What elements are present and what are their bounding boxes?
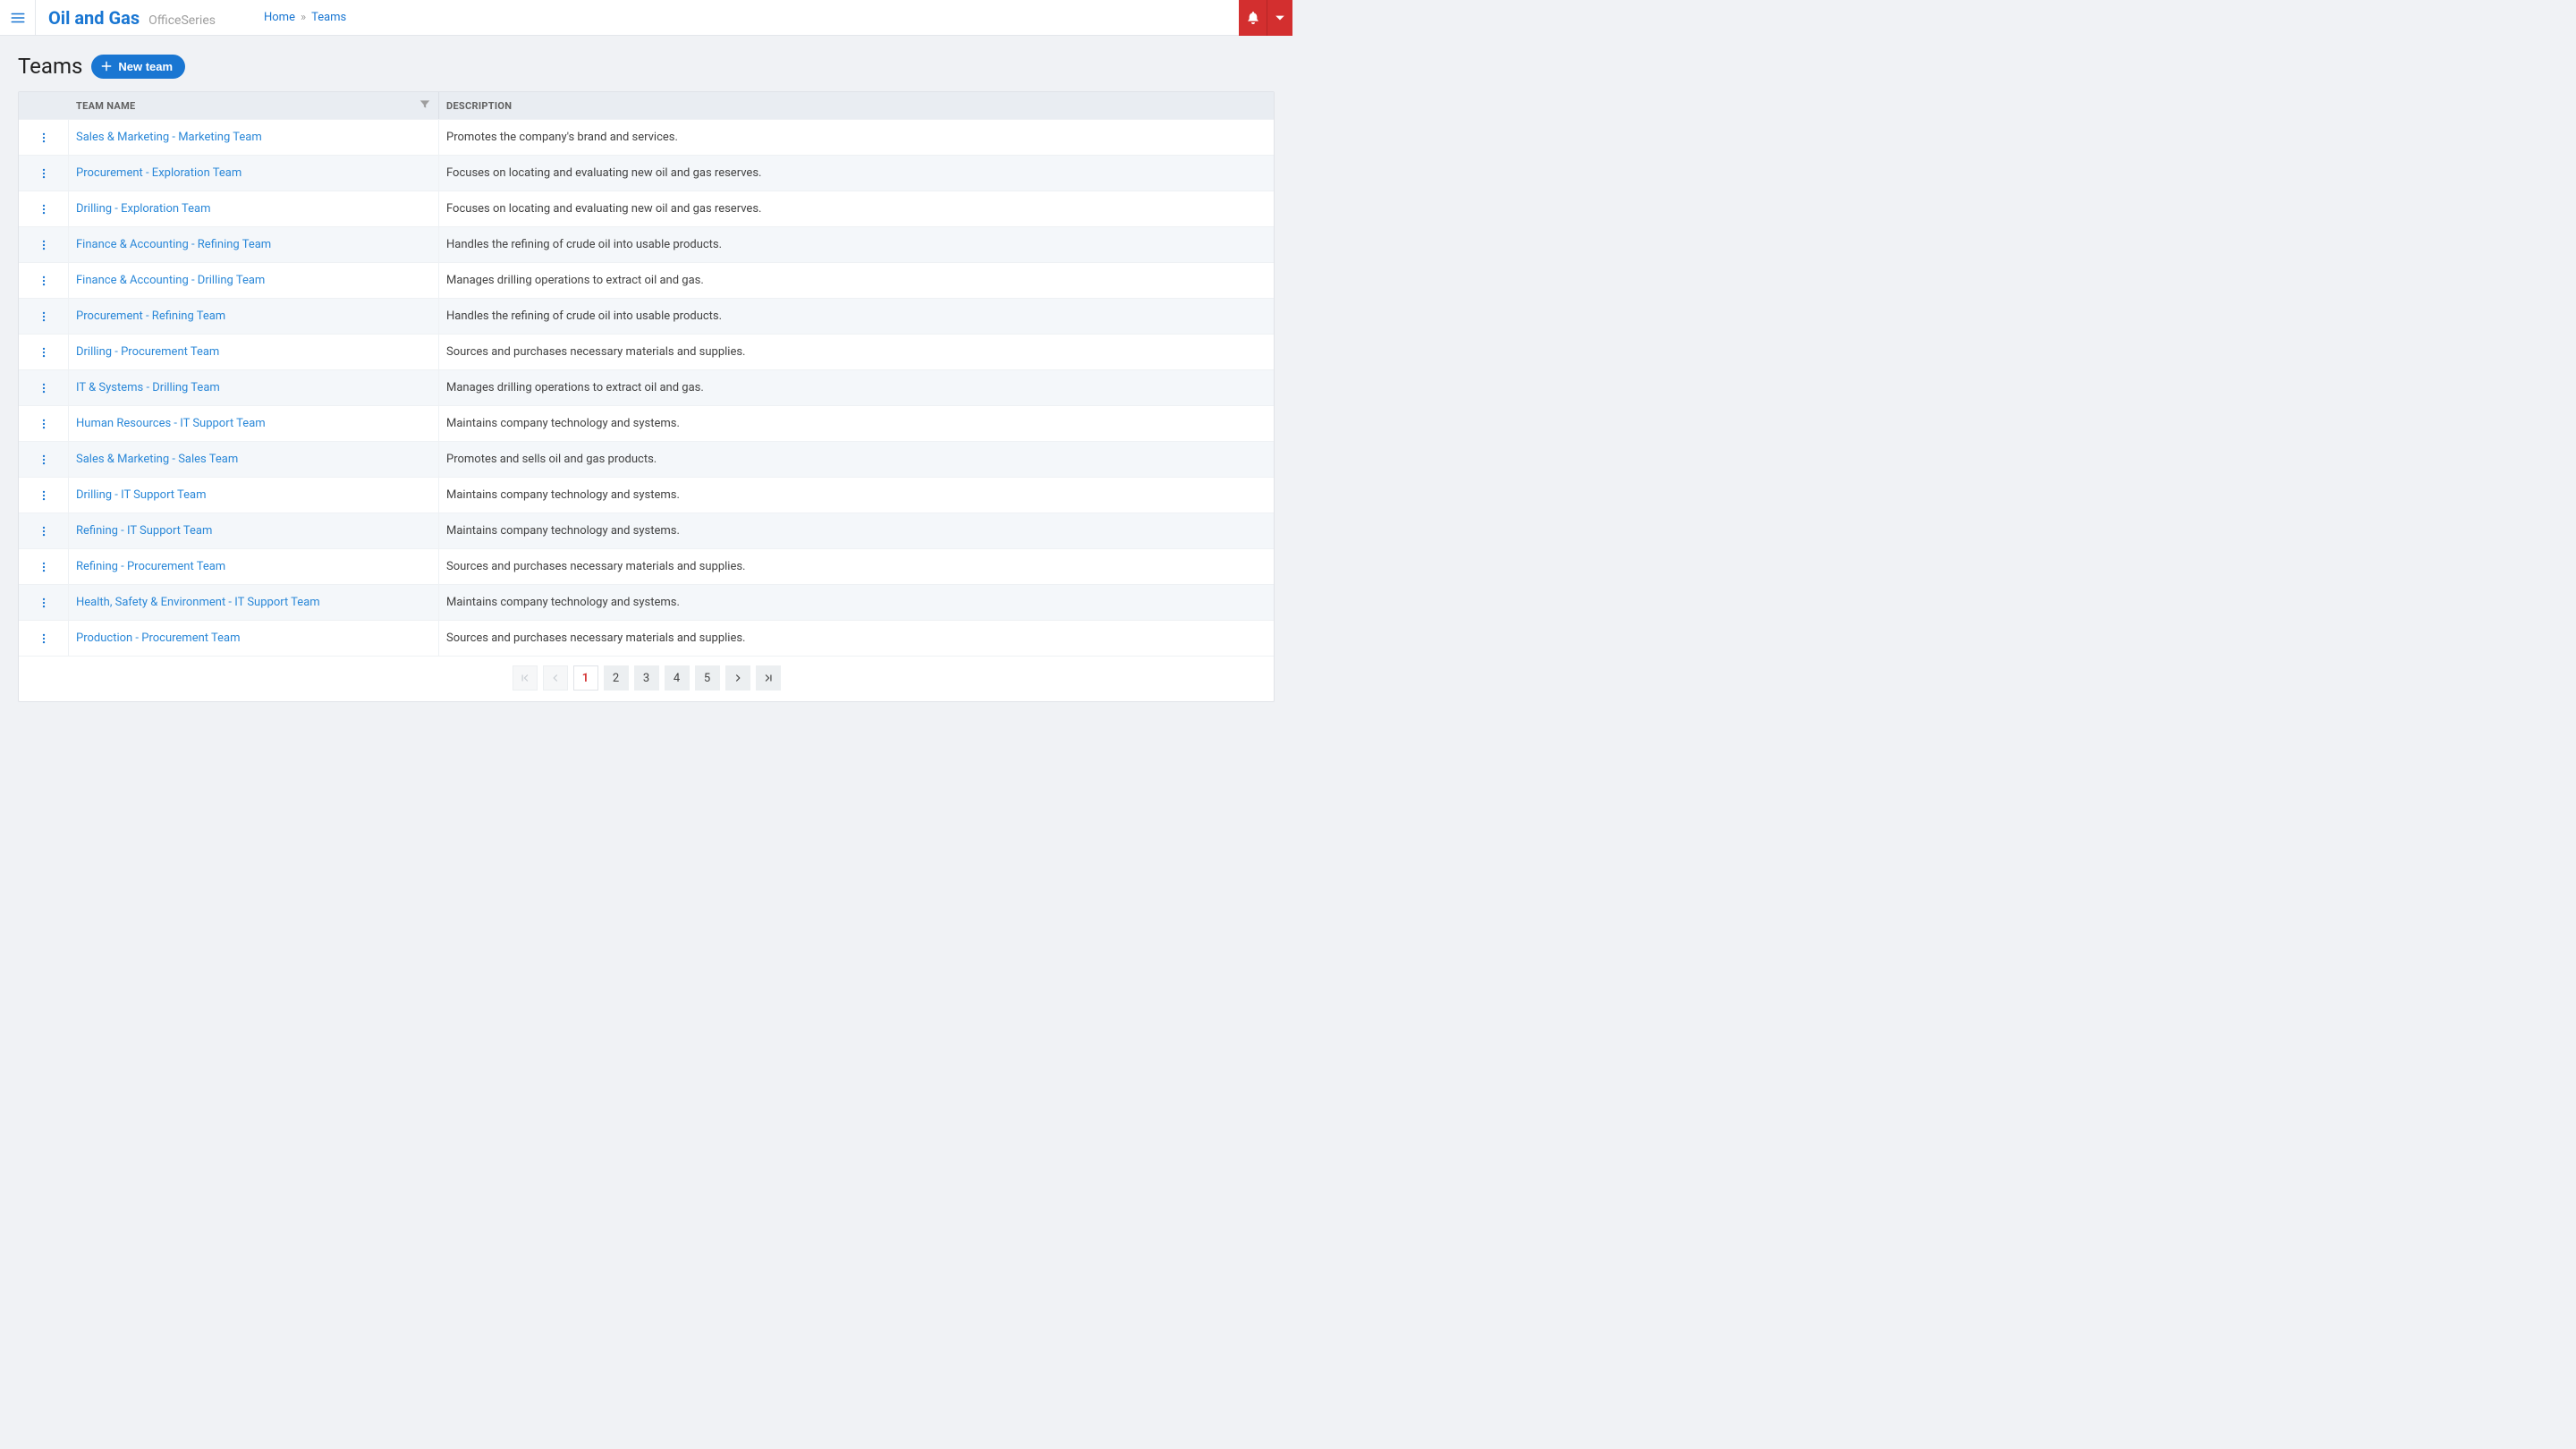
brand: Oil and Gas OfficeSeries [36, 7, 228, 29]
table-row: Refining - IT Support Team Maintains comp… [19, 513, 1274, 548]
pager-prev [543, 665, 568, 691]
navbar-actions [1239, 0, 1292, 36]
row-actions-menu[interactable] [34, 164, 54, 183]
header-team-name-label: TEAM NAME [76, 100, 136, 112]
pager-next[interactable] [725, 665, 750, 691]
row-actions-menu[interactable] [34, 450, 54, 470]
row-actions-menu[interactable] [34, 414, 54, 434]
team-name-link[interactable]: Production - Procurement Team [76, 631, 240, 645]
team-name-link[interactable]: Finance & Accounting - Drilling Team [76, 274, 265, 287]
notifications-button[interactable] [1239, 0, 1267, 36]
hamburger-menu-button[interactable] [0, 0, 36, 36]
row-actions-menu[interactable] [34, 235, 54, 255]
table-row: Finance & Accounting - Refining Team Hand… [19, 226, 1274, 262]
table-row: Sales & Marketing - Marketing Team Promot… [19, 119, 1274, 155]
team-description: Handles the refining of crude oil into u… [439, 299, 1274, 334]
team-description: Promotes and sells oil and gas products. [439, 442, 1274, 477]
table-row: Drilling - Exploration Team Focuses on lo… [19, 191, 1274, 226]
pagination: 12345 [19, 656, 1274, 701]
row-actions-menu[interactable] [34, 378, 54, 398]
pager-page-2[interactable]: 2 [604, 665, 629, 691]
table-body: Sales & Marketing - Marketing Team Promot… [19, 119, 1274, 656]
table-row: Drilling - Procurement Team Sources and p… [19, 334, 1274, 369]
table-row: Refining - Procurement Team Sources and p… [19, 548, 1274, 584]
new-team-button-label: New team [118, 60, 173, 73]
team-name-link[interactable]: Health, Safety & Environment - IT Suppor… [76, 596, 320, 609]
team-description: Promotes the company's brand and service… [439, 120, 1274, 155]
team-name-link[interactable]: Procurement - Exploration Team [76, 166, 242, 180]
team-description: Manages drilling operations to extract o… [439, 370, 1274, 405]
table-row: Procurement - Exploration Team Focuses on… [19, 155, 1274, 191]
row-actions-menu[interactable] [34, 307, 54, 326]
team-description: Handles the refining of crude oil into u… [439, 227, 1274, 262]
header-team-name[interactable]: TEAM NAME [69, 92, 439, 119]
pager-last[interactable] [756, 665, 781, 691]
row-actions-menu[interactable] [34, 593, 54, 613]
team-name-link[interactable]: Refining - Procurement Team [76, 560, 225, 573]
table-row: Human Resources - IT Support Team Maintai… [19, 405, 1274, 441]
team-name-link[interactable]: Procurement - Refining Team [76, 309, 225, 323]
breadcrumb-home[interactable]: Home [264, 11, 295, 24]
table-row: Procurement - Refining Team Handles the r… [19, 298, 1274, 334]
new-team-button[interactable]: New team [91, 55, 185, 79]
table-row: Production - Procurement Team Sources and… [19, 620, 1274, 656]
team-description: Maintains company technology and systems… [439, 406, 1274, 441]
team-name-link[interactable]: Sales & Marketing - Marketing Team [76, 131, 262, 144]
team-description: Maintains company technology and systems… [439, 478, 1274, 513]
breadcrumb-separator: » [301, 11, 306, 24]
team-description: Maintains company technology and systems… [439, 513, 1274, 548]
table-header-row: TEAM NAME DESCRIPTION [19, 92, 1274, 119]
team-description: Manages drilling operations to extract o… [439, 263, 1274, 298]
row-actions-menu[interactable] [34, 629, 54, 648]
page-title: Teams [18, 54, 82, 79]
pager-page-3[interactable]: 3 [634, 665, 659, 691]
team-name-link[interactable]: Drilling - Procurement Team [76, 345, 219, 359]
row-actions-menu[interactable] [34, 343, 54, 362]
brand-subtitle: OfficeSeries [148, 13, 216, 28]
header-description[interactable]: DESCRIPTION [439, 92, 1274, 119]
team-name-link[interactable]: Human Resources - IT Support Team [76, 417, 266, 430]
filter-icon[interactable] [419, 98, 431, 114]
row-actions-menu[interactable] [34, 486, 54, 505]
row-actions-menu[interactable] [34, 557, 54, 577]
top-navbar: Oil and Gas OfficeSeries Home » Teams [0, 0, 1292, 36]
row-actions-menu[interactable] [34, 521, 54, 541]
team-description: Focuses on locating and evaluating new o… [439, 191, 1274, 226]
header-description-label: DESCRIPTION [446, 100, 512, 112]
team-name-link[interactable]: Drilling - Exploration Team [76, 202, 211, 216]
team-name-link[interactable]: Sales & Marketing - Sales Team [76, 453, 238, 466]
brand-title[interactable]: Oil and Gas [48, 7, 140, 29]
breadcrumb-current[interactable]: Teams [311, 11, 346, 24]
table-row: Drilling - IT Support Team Maintains comp… [19, 477, 1274, 513]
team-name-link[interactable]: Refining - IT Support Team [76, 524, 212, 538]
table-row: Sales & Marketing - Sales Team Promotes a… [19, 441, 1274, 477]
team-description: Sources and purchases necessary material… [439, 549, 1274, 584]
pager-page-5[interactable]: 5 [695, 665, 720, 691]
team-description: Focuses on locating and evaluating new o… [439, 156, 1274, 191]
breadcrumb: Home » Teams [264, 11, 346, 24]
header-actions-column [19, 92, 69, 119]
user-menu-dropdown[interactable] [1267, 0, 1292, 36]
team-description: Maintains company technology and systems… [439, 585, 1274, 620]
page-content: Teams New team TEAM NAME DESCRIPTION Sal… [0, 36, 1292, 720]
pager-first [513, 665, 538, 691]
team-description: Sources and purchases necessary material… [439, 621, 1274, 656]
row-actions-menu[interactable] [34, 128, 54, 148]
team-name-link[interactable]: Finance & Accounting - Refining Team [76, 238, 271, 251]
table-row: Health, Safety & Environment - IT Suppor… [19, 584, 1274, 620]
table-row: IT & Systems - Drilling Team Manages dril… [19, 369, 1274, 405]
team-name-link[interactable]: Drilling - IT Support Team [76, 488, 207, 502]
pager-page-1[interactable]: 1 [573, 665, 598, 691]
table-row: Finance & Accounting - Drilling Team Mana… [19, 262, 1274, 298]
row-actions-menu[interactable] [34, 199, 54, 219]
team-name-link[interactable]: IT & Systems - Drilling Team [76, 381, 220, 394]
team-description: Sources and purchases necessary material… [439, 335, 1274, 369]
page-header: Teams New team [18, 54, 1275, 79]
teams-table: TEAM NAME DESCRIPTION Sales & Marketing … [18, 91, 1275, 702]
row-actions-menu[interactable] [34, 271, 54, 291]
pager-page-4[interactable]: 4 [665, 665, 690, 691]
